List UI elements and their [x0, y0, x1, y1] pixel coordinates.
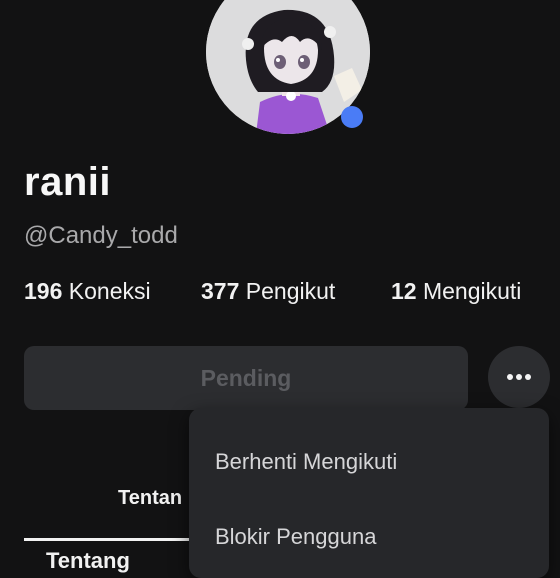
- connections-label: Koneksi: [68, 278, 151, 304]
- username: @Candy_todd: [24, 222, 178, 249]
- connections-stat[interactable]: 196 Koneksi: [24, 274, 151, 308]
- followers-count: 377: [201, 278, 240, 304]
- pending-button[interactable]: Pending: [24, 346, 468, 410]
- followers-stat[interactable]: 377 Pengikut: [201, 274, 335, 308]
- more-options-menu: Berhenti Mengikuti Blokir Pengguna: [189, 408, 549, 578]
- more-dot: [516, 374, 522, 380]
- menu-item-block-user[interactable]: Blokir Pengguna: [215, 522, 376, 552]
- connections-count: 196: [24, 278, 63, 304]
- more-dot: [507, 374, 513, 380]
- about-section-title: Tentang: [46, 548, 130, 573]
- display-name: ranii: [24, 160, 111, 204]
- profile-stats: 196 Koneksi 377 Pengikut 12 Mengikuti: [24, 274, 544, 308]
- following-label: Mengikuti: [422, 278, 522, 304]
- more-options-button[interactable]: [488, 346, 550, 408]
- following-stat[interactable]: 12 Mengikuti: [391, 274, 521, 308]
- profile-avatar-container[interactable]: [206, 0, 370, 134]
- more-dot: [525, 374, 531, 380]
- tab-about[interactable]: Tentan: [118, 484, 182, 512]
- following-count: 12: [391, 278, 417, 304]
- online-status-indicator: [341, 106, 363, 128]
- followers-label: Pengikut: [245, 278, 336, 304]
- menu-item-unfollow[interactable]: Berhenti Mengikuti: [215, 447, 397, 477]
- tab-divider: [24, 538, 194, 541]
